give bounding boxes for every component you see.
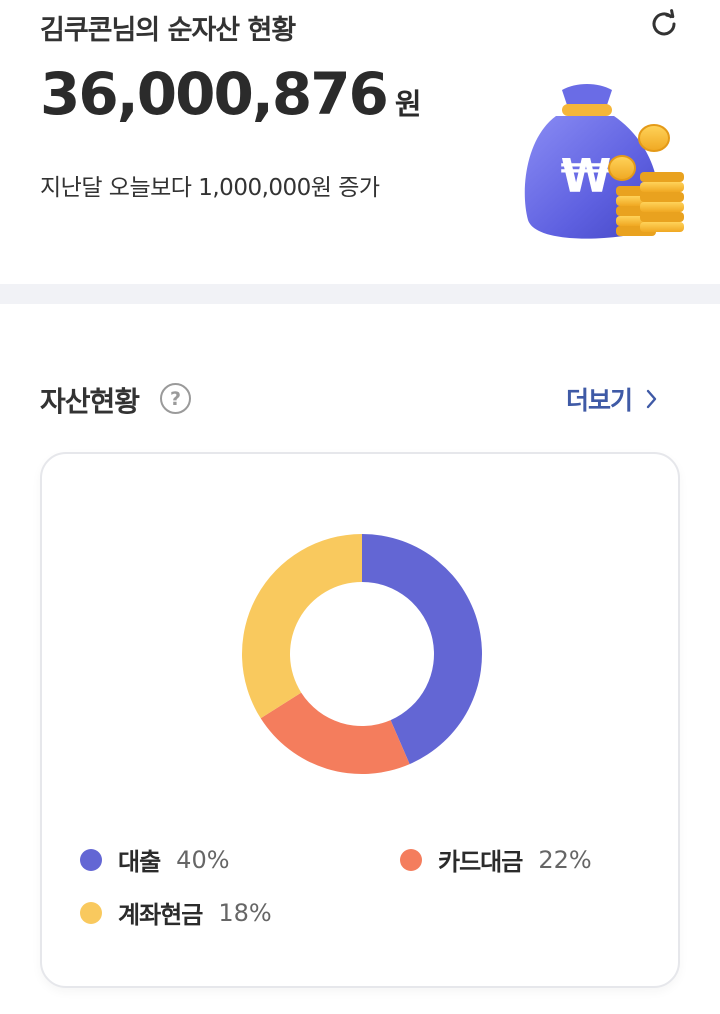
refresh-icon [652, 9, 676, 36]
legend-value: 40% [176, 845, 230, 874]
legend-value: 22% [538, 845, 592, 874]
help-glyph: ? [169, 387, 182, 410]
legend-dot [400, 848, 422, 871]
legend-label: 대출 [118, 848, 161, 876]
asset-status-title: 자산현황 [40, 385, 140, 418]
summary-title: 김쿠콘님의 순자산 현황 [40, 15, 296, 46]
page: 김쿠콘님의 순자산 현황 36,000,876 원 지난달 오늘보다 1,000… [0, 0, 720, 1014]
legend-item-loan: 대출 40% [80, 842, 230, 877]
more-link[interactable]: 더보기 [566, 381, 658, 417]
svg-text:₩: ₩ [561, 149, 612, 203]
asset-chart-card: 대출 40% 카드대금 22% 계좌현금 18% [40, 452, 680, 988]
section-divider [0, 284, 720, 304]
monthly-change-text: 지난달 오늘보다 1,000,000원 증가 [40, 175, 380, 201]
refresh-button[interactable] [646, 6, 682, 42]
legend-value: 18% [218, 898, 272, 927]
net-asset-amount: 36,000,876 원 [40, 60, 422, 128]
donut-slice-1 [260, 692, 410, 774]
legend-item-cash: 계좌현금 18% [80, 895, 272, 930]
legend-label: 계좌현금 [118, 901, 203, 929]
amount-unit: 원 [394, 87, 422, 121]
amount-value: 36,000,876 [40, 60, 389, 128]
help-icon[interactable]: ? [160, 383, 191, 414]
legend-label: 카드대금 [438, 848, 523, 876]
asset-donut-chart [242, 534, 483, 774]
net-asset-summary: 김쿠콘님의 순자산 현황 36,000,876 원 지난달 오늘보다 1,000… [0, 0, 720, 284]
donut-slice-2 [242, 534, 362, 719]
legend-dot [80, 848, 102, 871]
money-bag-icon: ₩ [524, 84, 684, 239]
legend-dot [80, 901, 102, 924]
more-label: 더보기 [566, 386, 633, 415]
chevron-right-icon [646, 389, 657, 409]
legend-item-card-loan: 카드대금 22% [400, 842, 592, 877]
